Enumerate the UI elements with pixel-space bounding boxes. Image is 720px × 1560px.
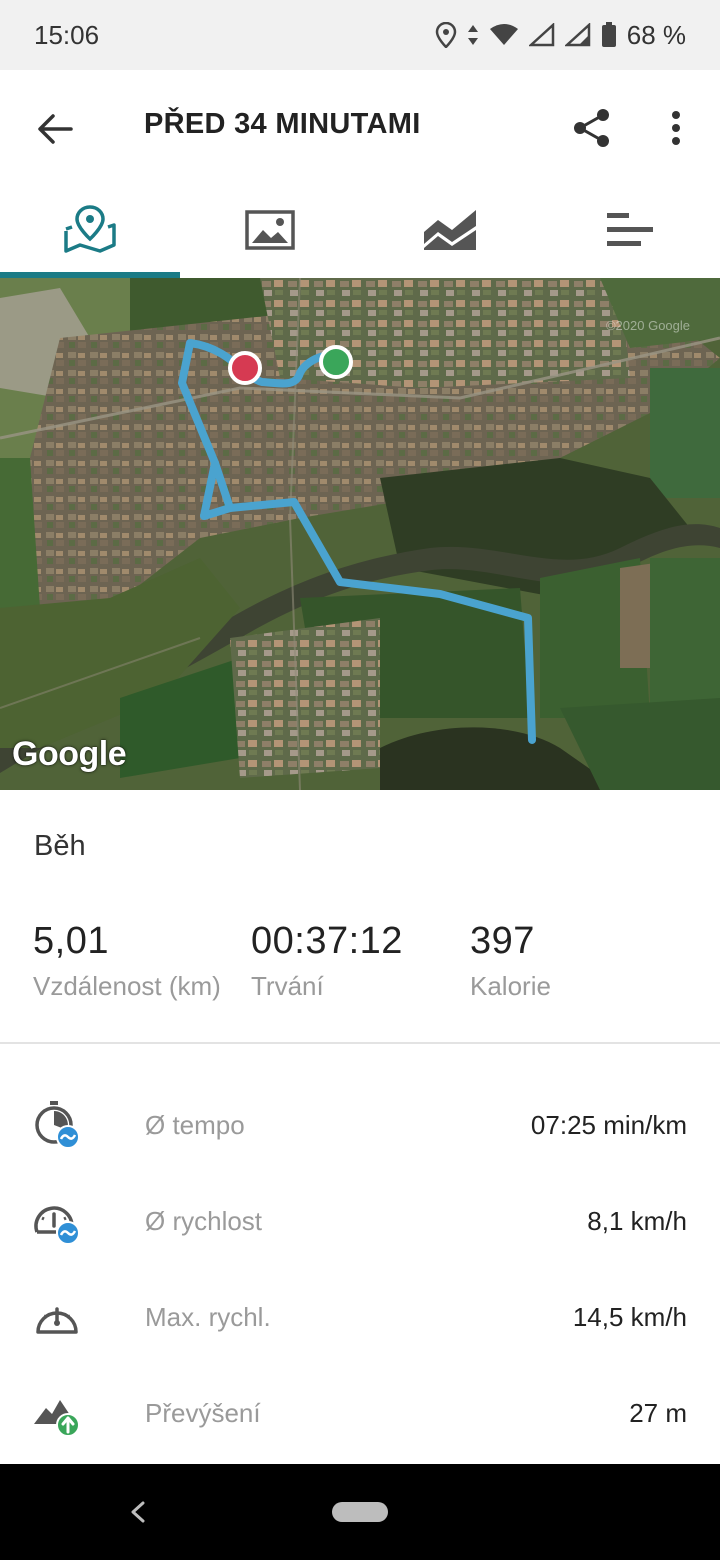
calories-value: 397 [470,920,535,962]
nav-back-icon [131,1501,145,1523]
chart-icon [424,210,476,250]
calories-label: Kalorie [470,971,551,1001]
nav-back-button[interactable] [118,1492,158,1532]
tab-bar [0,182,720,278]
summary-duration: 00:37:12 Trvání [251,920,403,1002]
stat-label: Ø tempo [145,1110,245,1140]
tab-photos[interactable] [180,182,360,278]
location-icon [435,22,457,48]
avg-speed-icon [34,1206,80,1245]
duration-label: Trvání [251,971,324,1001]
tab-map[interactable] [0,182,180,278]
list-bars-icon [607,213,653,246]
signal-icon [564,23,591,47]
end-marker [228,351,262,385]
stat-value: 27 m [629,1398,687,1428]
status-bar: 15:06 68 % [0,0,720,70]
wifi-icon [489,23,519,47]
back-arrow-icon [38,114,73,144]
summary-calories: 397 Kalorie [470,920,551,1002]
map-copyright: ©2020 Google [605,318,690,333]
more-vert-icon [672,111,680,145]
app-bar: PŘED 34 MINUTAMI [0,70,720,182]
battery-icon [601,22,617,48]
duration-value: 00:37:12 [251,920,403,962]
stat-row-pace: Ø tempo 07:25 min/km [0,1078,720,1174]
share-button[interactable] [566,102,618,154]
status-time: 15:06 [34,19,100,50]
satellite-map [0,278,720,790]
divider [0,1042,720,1044]
data-arrows-icon [467,23,479,47]
map-view[interactable]: ©2020 Google Google [0,278,720,790]
stat-label: Max. rychl. [145,1302,271,1332]
status-icons: 68 % [435,20,686,51]
summary-distance: 5,01 Vzdálenost (km) [33,920,221,1002]
page-title: PŘED 34 MINUTAMI [144,108,421,140]
google-logo: Google [12,735,127,773]
tab-chart[interactable] [360,182,540,278]
stat-label: Převýšení [145,1398,261,1428]
elevation-icon [34,1400,80,1437]
stat-label: Ø rychlost [145,1206,263,1236]
home-pill-icon[interactable] [332,1502,388,1522]
back-button[interactable] [30,104,80,154]
activity-summary: 5,01 Vzdálenost (km) 00:37:12 Trvání 397… [0,920,720,1042]
tab-details[interactable] [540,182,720,278]
map-pin-icon [64,205,116,253]
distance-label: Vzdálenost (km) [33,971,221,1001]
stat-row-elevation: Převýšení 27 m [0,1366,720,1462]
stats-list: Ø tempo 07:25 min/km Ø rychlost 8,1 km/h… [0,1078,720,1462]
signal-icon [528,23,555,47]
distance-value: 5,01 [33,920,109,962]
image-icon [245,210,295,250]
system-nav-bar [0,1464,720,1560]
stat-row-max-speed: Max. rychl. 14,5 km/h [0,1270,720,1366]
speedometer-icon [36,1307,78,1334]
more-options-button[interactable] [656,102,696,154]
stat-value: 07:25 min/km [530,1110,687,1140]
pace-icon [35,1101,80,1149]
activity-type: Běh [34,830,86,862]
stat-row-avg-speed: Ø rychlost 8,1 km/h [0,1174,720,1270]
stat-value: 14,5 km/h [572,1302,687,1332]
battery-percent: 68 % [626,19,686,50]
stat-value: 8,1 km/h [587,1206,687,1236]
share-icon [574,109,609,147]
start-marker [319,345,353,379]
